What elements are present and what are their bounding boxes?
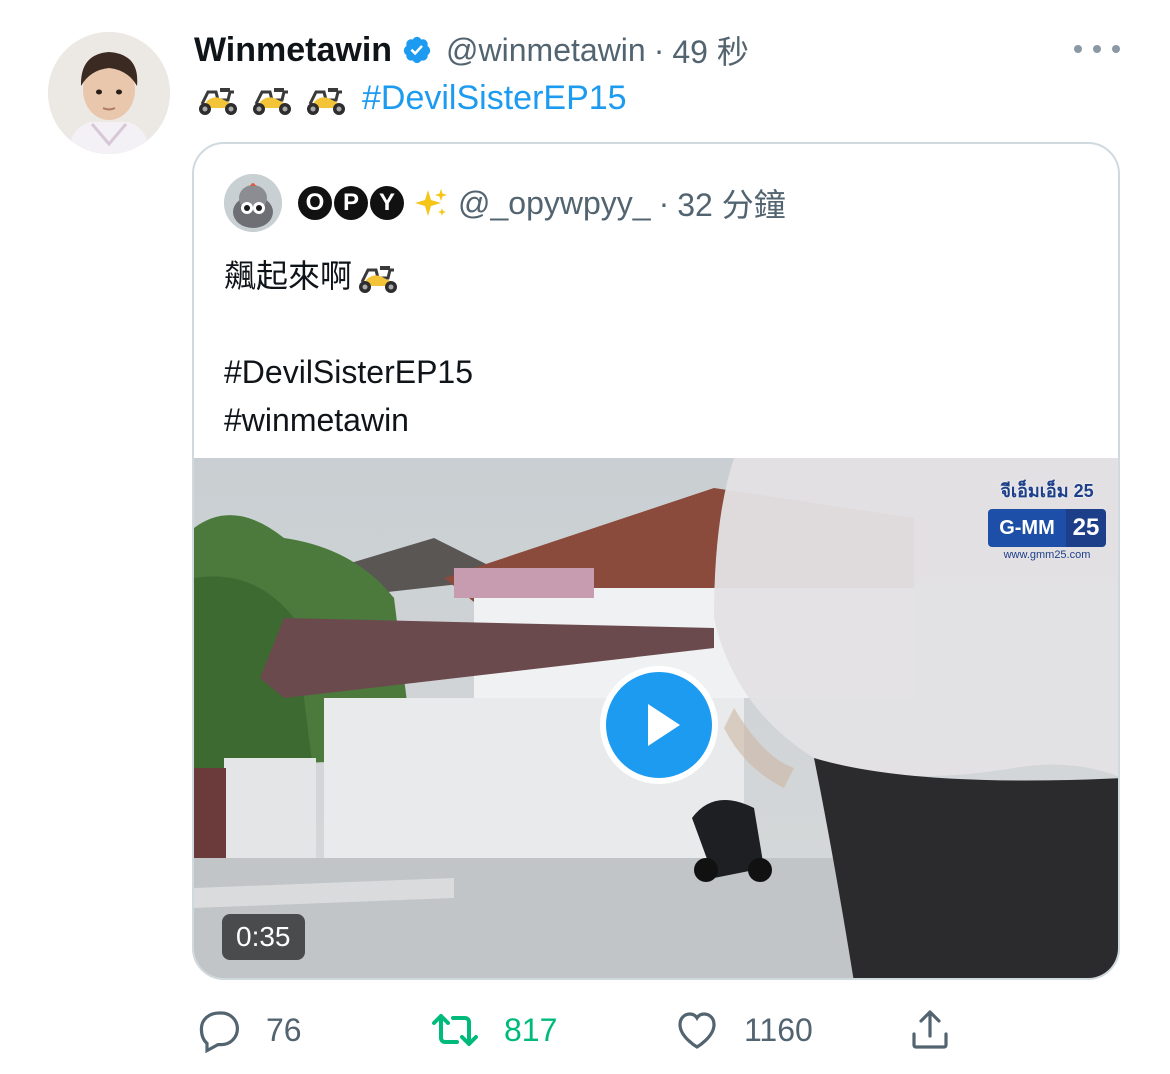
retweet-button[interactable]: 817 xyxy=(428,1000,557,1060)
like-button[interactable]: 1160 xyxy=(672,1000,813,1060)
channel-watermark: จีเอ็มเอ็ม 25 G-MM 25 www.gmm25.com xyxy=(988,476,1106,561)
scooter-emoji-icon xyxy=(302,78,348,118)
quoted-author-avatar[interactable] xyxy=(224,174,282,232)
more-options-icon[interactable] xyxy=(1074,36,1120,62)
video-duration-badge: 0:35 xyxy=(222,914,305,960)
reply-button[interactable]: 76 xyxy=(196,1000,302,1060)
like-count: 1160 xyxy=(744,1011,813,1048)
tweet-time[interactable]: 49 秒 xyxy=(672,27,749,73)
share-icon xyxy=(912,1010,948,1049)
retweet-count: 817 xyxy=(504,1011,558,1048)
quoted-header: O P Y @_opywpyy_ · 32 分鐘 xyxy=(298,180,786,226)
quoted-hashtag-winmetawin[interactable]: #winmetawin xyxy=(224,396,1084,444)
verified-badge-icon xyxy=(402,35,432,65)
quoted-tweet-text: 飆起來啊 #DevilSisterEP15 #winmetawin xyxy=(224,252,1084,444)
watermark-logo-right: 25 xyxy=(1066,509,1106,547)
sparkles-emoji-icon xyxy=(414,186,448,220)
separator-dot: · xyxy=(653,31,665,68)
quoted-author-name[interactable]: O P Y xyxy=(298,186,448,220)
tweet-actions: 76 817 1160 xyxy=(196,1000,976,1060)
tweet-header: Winmetawin @winmetawin · 49 秒 xyxy=(194,26,749,74)
reply-count: 76 xyxy=(266,1011,302,1048)
name-letter-p: P xyxy=(334,186,368,220)
watermark-logo-left: G-MM xyxy=(988,509,1066,547)
play-button[interactable] xyxy=(600,666,718,784)
watermark-thai-text: จีเอ็มเอ็ม 25 xyxy=(1000,481,1094,501)
share-button[interactable] xyxy=(906,1000,954,1060)
scooter-emoji-icon xyxy=(248,78,294,118)
play-icon xyxy=(648,704,680,746)
name-letter-y: Y xyxy=(370,186,404,220)
author-handle[interactable]: @winmetawin xyxy=(446,32,646,69)
quoted-hashtag-devilsister[interactable]: #DevilSisterEP15 xyxy=(224,348,1084,396)
quoted-tweet-card[interactable]: O P Y @_opywpyy_ · 32 分鐘 飆起來啊 #DevilSist… xyxy=(192,142,1120,980)
name-letter-o: O xyxy=(298,186,332,220)
watermark-url: www.gmm25.com xyxy=(1003,549,1091,561)
scooter-emoji-icon xyxy=(354,256,400,296)
heart-icon xyxy=(678,1012,716,1049)
scooter-emoji-icon xyxy=(194,78,240,118)
tweet-text: #DevilSisterEP15 xyxy=(194,76,627,120)
author-avatar[interactable] xyxy=(48,32,170,154)
reply-icon xyxy=(199,1011,240,1054)
hashtag-link[interactable]: #DevilSisterEP15 xyxy=(362,79,627,118)
quoted-tweet-time: 32 分鐘 xyxy=(677,187,786,223)
author-name[interactable]: Winmetawin xyxy=(194,31,392,70)
quoted-author-handle[interactable]: @_opywpyy_ xyxy=(458,185,651,222)
separator-dot: · xyxy=(658,184,670,221)
quoted-text-line: 飆起來啊 xyxy=(224,258,353,294)
video-player[interactable]: จีเอ็มเอ็ม 25 G-MM 25 www.gmm25.com 0:35 xyxy=(194,458,1118,978)
retweet-icon xyxy=(432,1014,478,1046)
channel-logo-icon: G-MM 25 xyxy=(988,509,1106,547)
